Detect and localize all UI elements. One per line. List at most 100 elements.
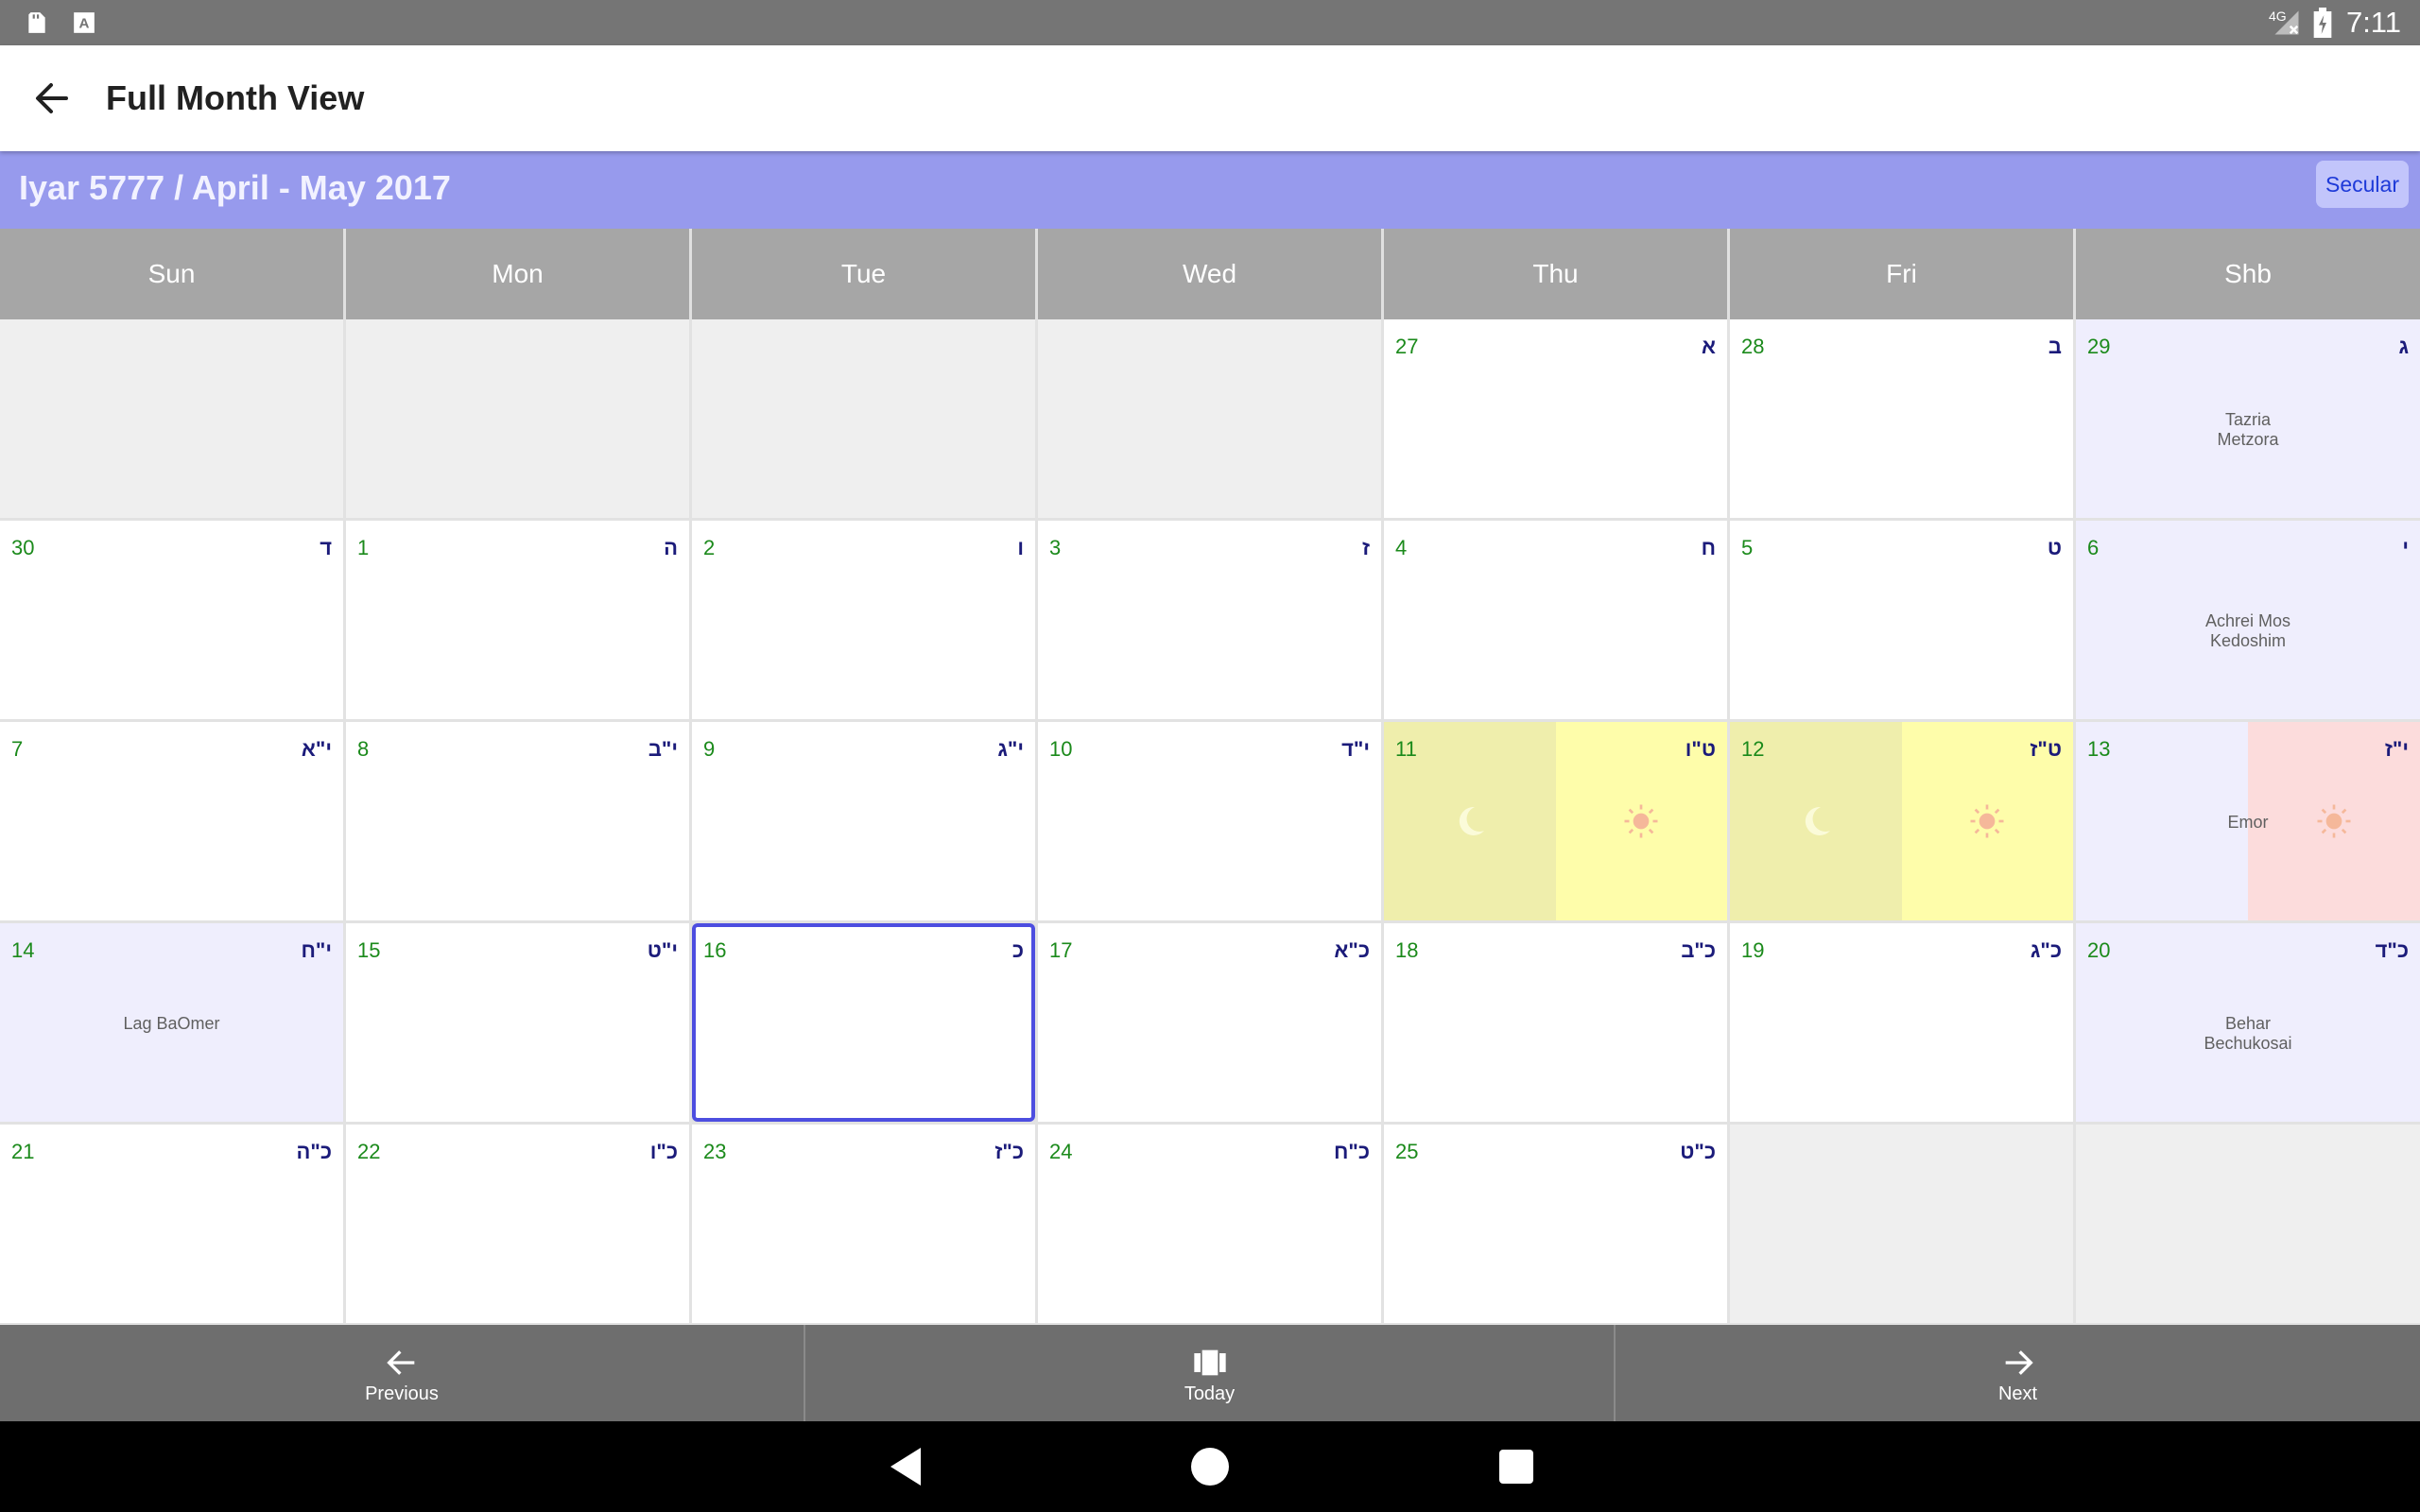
arrow-left-icon[interactable] bbox=[19, 68, 87, 129]
next-button[interactable]: Next bbox=[1616, 1325, 2420, 1421]
weekday-label-wed: Wed bbox=[1038, 229, 1381, 319]
hebrew-date: י"ג bbox=[997, 737, 1024, 761]
day-cell[interactable]: 9 י"ג bbox=[692, 722, 1035, 920]
hebrew-date: ט bbox=[2047, 536, 2062, 559]
gregorian-date: 17 bbox=[1049, 938, 1073, 962]
day-cell[interactable]: 18 כ"ב bbox=[1384, 923, 1727, 1122]
app-bar: Full Month View bbox=[0, 45, 2420, 151]
day-cell[interactable]: 12 ט"ז bbox=[1730, 722, 2073, 920]
today-label: Today bbox=[1184, 1383, 1236, 1404]
day-cell[interactable]: 3ז bbox=[1038, 521, 1381, 719]
weekday-label-mon: Mon bbox=[346, 229, 689, 319]
empty-day-cell bbox=[692, 319, 1035, 518]
gregorian-date: 4 bbox=[1395, 536, 1408, 559]
bottom-navigation: Previous Today Next bbox=[0, 1325, 2420, 1421]
hebrew-date: ט"ז bbox=[2030, 737, 2062, 761]
hebrew-date: כ"ד bbox=[2375, 938, 2409, 962]
event-line: Metzora bbox=[2217, 430, 2279, 449]
day-cell[interactable]: 13 י"ז Emor bbox=[2076, 722, 2420, 920]
day-cell[interactable]: 10 י"ד bbox=[1038, 722, 1381, 920]
day-cell[interactable]: 6 י Achrei Mos Kedoshim bbox=[2076, 521, 2420, 719]
gregorian-date: 16 bbox=[703, 938, 727, 962]
gregorian-date: 11 bbox=[1395, 737, 1417, 761]
day-cell[interactable]: 11 ט"ו bbox=[1384, 722, 1727, 920]
gregorian-date: 7 bbox=[11, 737, 24, 761]
hebrew-date: ז bbox=[1361, 536, 1370, 559]
previous-label: Previous bbox=[365, 1383, 439, 1404]
day-cell[interactable]: 22 כ"ו bbox=[346, 1125, 689, 1323]
gregorian-date: 22 bbox=[357, 1140, 381, 1163]
day-cell[interactable]: 19 כ"ג bbox=[1730, 923, 2073, 1122]
gregorian-date: 18 bbox=[1395, 938, 1419, 962]
hebrew-date: כ"ג bbox=[2030, 938, 2062, 962]
gregorian-date: 12 bbox=[1741, 737, 1765, 761]
weekday-label-fri: Fri bbox=[1730, 229, 2073, 319]
clock: 7:11 bbox=[2345, 6, 2401, 39]
home-circle-icon[interactable] bbox=[1187, 1444, 1233, 1489]
day-cell[interactable]: 2ו bbox=[692, 521, 1035, 719]
weekday-label-sun: Sun bbox=[0, 229, 343, 319]
signal-icon bbox=[2274, 10, 2299, 35]
empty-day-cell bbox=[1730, 1125, 2073, 1323]
day-cell[interactable]: 7 י"א bbox=[0, 722, 343, 920]
back-triangle-icon[interactable] bbox=[883, 1444, 928, 1489]
day-cell[interactable]: 28 ב bbox=[1730, 319, 2073, 518]
day-cell[interactable]: 5ט bbox=[1730, 521, 2073, 719]
event-label: Tazria Metzora bbox=[2076, 410, 2420, 450]
battery-charging-icon bbox=[2313, 8, 2332, 38]
moon-icon bbox=[1459, 806, 1484, 835]
day-cell[interactable]: 25 כ"ט bbox=[1384, 1125, 1727, 1323]
hebrew-date: כ"ט bbox=[1680, 1140, 1716, 1163]
arrow-left-icon bbox=[387, 1350, 415, 1375]
event-line: Lag BaOmer bbox=[123, 1014, 220, 1033]
sun-icon bbox=[1970, 804, 2004, 838]
event-label: Achrei Mos Kedoshim bbox=[2076, 611, 2420, 651]
event-label: Behar Bechukosai bbox=[2076, 1014, 2420, 1054]
weekday-header: Sun Mon Tue Wed Thu Fri Shb bbox=[0, 229, 2420, 319]
gregorian-date: 29 bbox=[2087, 335, 2111, 358]
day-cell[interactable]: 15 י"ט bbox=[346, 923, 689, 1122]
recents-square-icon[interactable] bbox=[1494, 1444, 1539, 1489]
secular-toggle-button[interactable]: Secular bbox=[2316, 161, 2409, 208]
gregorian-date: 21 bbox=[11, 1140, 35, 1163]
day-cell[interactable]: 8 י"ב bbox=[346, 722, 689, 920]
day-cell[interactable]: 20 כ"ד Behar Bechukosai bbox=[2076, 923, 2420, 1122]
sun-icon bbox=[1624, 804, 1658, 838]
hebrew-date: כ"ח bbox=[1333, 1140, 1370, 1163]
day-cell[interactable]: 21 כ"ה bbox=[0, 1125, 343, 1323]
gregorian-date: 24 bbox=[1049, 1140, 1073, 1163]
day-cell[interactable]: 14 י"ח Lag BaOmer bbox=[0, 923, 343, 1122]
gregorian-date: 19 bbox=[1741, 938, 1765, 962]
gregorian-date: 10 bbox=[1049, 737, 1073, 761]
day-cell[interactable]: 17 כ"א bbox=[1038, 923, 1381, 1122]
hebrew-date: ה bbox=[664, 536, 678, 559]
empty-day-cell bbox=[1038, 319, 1381, 518]
hebrew-date: כ"ז bbox=[994, 1140, 1024, 1163]
hebrew-date: י"ב bbox=[648, 737, 678, 761]
gregorian-date: 27 bbox=[1395, 335, 1419, 358]
day-cell[interactable]: 30 ד bbox=[0, 521, 343, 719]
day-cell[interactable]: 1ה bbox=[346, 521, 689, 719]
day-cell[interactable]: 29 ג Tazria Metzora bbox=[2076, 319, 2420, 518]
hebrew-date: י bbox=[2402, 536, 2409, 559]
day-cell[interactable]: 23 כ"ז bbox=[692, 1125, 1035, 1323]
today-button[interactable]: Today bbox=[805, 1325, 1614, 1421]
next-label: Next bbox=[1997, 1383, 2038, 1404]
day-cell-today[interactable]: 16 כ bbox=[692, 923, 1035, 1122]
day-cell[interactable]: 4ח bbox=[1384, 521, 1727, 719]
empty-day-cell bbox=[346, 319, 689, 518]
hebrew-date: י"א bbox=[301, 737, 332, 761]
event-line: Bechukosai bbox=[2204, 1034, 2292, 1053]
gregorian-date: 8 bbox=[357, 737, 370, 761]
hebrew-date: א bbox=[1701, 335, 1716, 358]
day-cell[interactable]: 27 א bbox=[1384, 319, 1727, 518]
gregorian-date: 25 bbox=[1395, 1140, 1419, 1163]
hebrew-date: ב bbox=[2048, 335, 2062, 358]
hebrew-date: י"ז bbox=[2384, 737, 2409, 761]
day-cell[interactable]: 24 כ"ח bbox=[1038, 1125, 1381, 1323]
previous-button[interactable]: Previous bbox=[0, 1325, 804, 1421]
hebrew-date: ג bbox=[2398, 335, 2409, 358]
weekday-label-tue: Tue bbox=[692, 229, 1035, 319]
hebrew-date: כ"ב bbox=[1681, 938, 1716, 962]
page-title: Full Month View bbox=[106, 78, 365, 117]
